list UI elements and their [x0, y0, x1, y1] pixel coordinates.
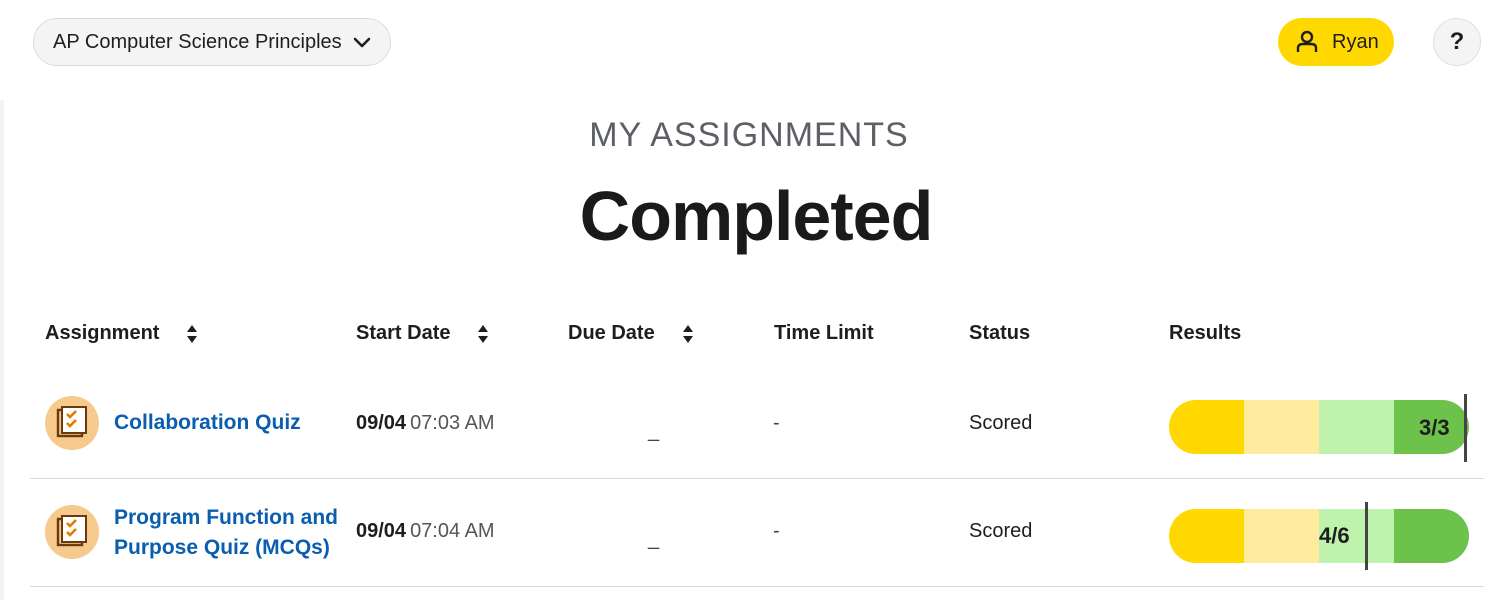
help-icon: ? — [1449, 28, 1465, 55]
help-button[interactable]: ? — [1433, 18, 1481, 66]
page-title: Completed — [579, 177, 934, 255]
time-limit-cell: - — [773, 412, 780, 434]
results-segment — [1244, 509, 1319, 563]
start-time: 07:04 AM — [410, 520, 495, 542]
results-segment — [1169, 509, 1244, 563]
sort-icon[interactable] — [681, 323, 695, 345]
results-segment — [1244, 400, 1319, 454]
start-time: 07:03 AM — [410, 412, 495, 434]
user-name: Ryan — [1332, 30, 1379, 53]
course-selector[interactable]: AP Computer Science Principles — [33, 18, 391, 66]
due-date-cell: _ — [648, 528, 660, 550]
start-date-cell: 09/04 07:03 AM — [356, 412, 495, 435]
column-header-assignment: Assignment — [45, 322, 199, 345]
due-date-cell: _ — [648, 420, 660, 442]
score-text: 4/6 — [1319, 523, 1350, 548]
column-header-due-date-label: Due Date — [568, 322, 655, 344]
quiz-checklist-icon — [45, 505, 99, 559]
results-segment — [1394, 509, 1469, 563]
column-header-results-label: Results — [1169, 322, 1242, 344]
column-header-start-date-label: Start Date — [356, 322, 451, 344]
row-divider — [30, 478, 1484, 479]
assignment-link[interactable]: Program Function and Purpose Quiz (MCQs) — [114, 503, 338, 563]
quiz-checklist-icon — [45, 396, 99, 450]
assignment-link-line: Program Function and — [114, 506, 339, 529]
results-segment — [1319, 400, 1394, 454]
start-date: 09/04 — [356, 520, 407, 542]
column-header-time-limit-label: Time Limit — [774, 322, 874, 344]
score-text: 3/3 — [1419, 415, 1450, 440]
user-menu-button[interactable]: Ryan — [1278, 18, 1394, 66]
time-limit-cell: - — [773, 520, 780, 542]
sort-icon[interactable] — [185, 323, 199, 345]
start-date: 09/04 — [356, 412, 407, 434]
status-cell: Scored — [969, 412, 1033, 434]
column-header-due-date: Due Date — [568, 322, 695, 345]
column-header-status: Status — [969, 322, 1030, 345]
course-selector-label: AP Computer Science Principles — [53, 30, 342, 53]
assignment-link-line: Purpose Quiz (MCQs) — [114, 536, 330, 559]
row-divider — [30, 586, 1484, 587]
sort-icon[interactable] — [476, 323, 490, 345]
page-kicker: MY ASSIGNMENTS — [589, 116, 909, 154]
left-edge-divider — [0, 100, 4, 600]
column-header-assignment-label: Assignment — [45, 322, 160, 344]
score-marker — [1464, 394, 1467, 462]
column-header-status-label: Status — [969, 322, 1031, 344]
assignment-link[interactable]: Collaboration Quiz — [114, 408, 301, 438]
column-header-results: Results — [1169, 322, 1241, 345]
column-header-time-limit: Time Limit — [774, 322, 874, 345]
column-header-start-date: Start Date — [356, 322, 490, 345]
score-marker — [1365, 502, 1368, 570]
user-icon — [1296, 30, 1318, 52]
chevron-down-icon — [353, 37, 371, 48]
status-cell: Scored — [969, 520, 1033, 542]
results-segment — [1169, 400, 1244, 454]
start-date-cell: 09/04 07:04 AM — [356, 520, 495, 543]
